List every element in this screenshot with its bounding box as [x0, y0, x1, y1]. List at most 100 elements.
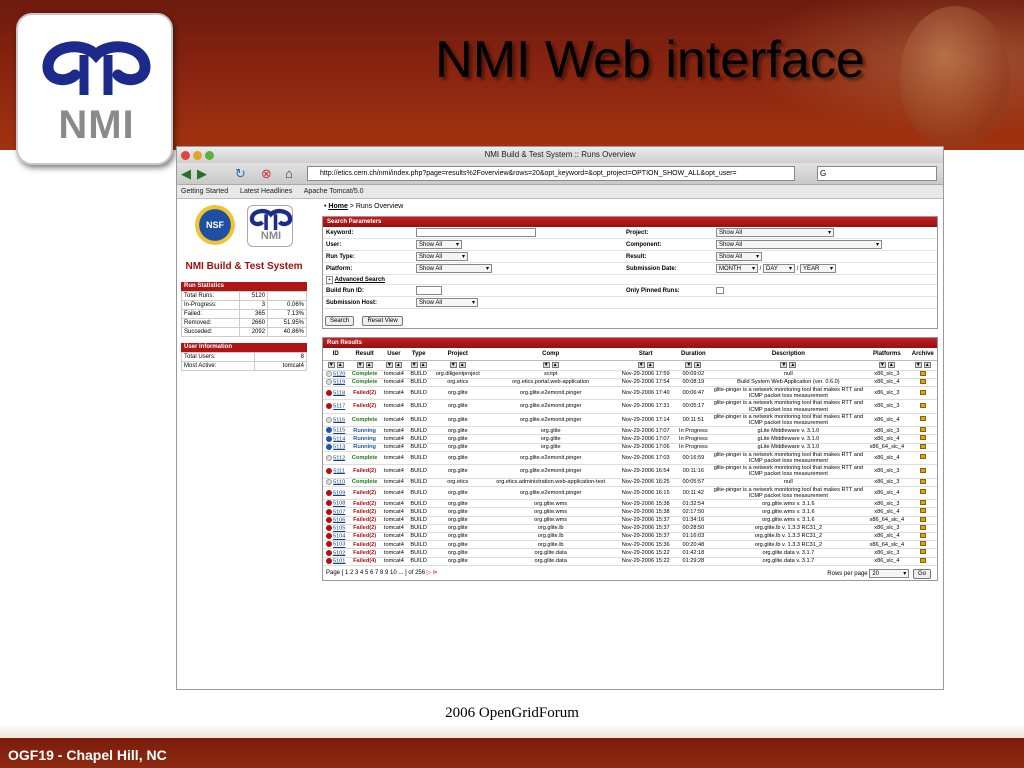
result-row[interactable]: 5104 Failed(2) tomcat4 BUILD org.glite org.gl… [323, 532, 937, 542]
column-header[interactable]: Duration [675, 348, 712, 361]
sort-desc-icon[interactable]: ▼ [542, 361, 550, 368]
archive-icon[interactable] [919, 467, 926, 473]
sort-asc-icon[interactable]: ▲ [336, 361, 344, 368]
sort-desc-icon[interactable]: ▼ [878, 361, 886, 368]
archive-icon[interactable] [919, 557, 926, 563]
run-id-link[interactable]: 5119 [333, 379, 345, 385]
reset-view-button[interactable]: Reset View [362, 316, 403, 326]
run-id-link[interactable]: 5116 [333, 417, 345, 423]
run-id-link[interactable]: 5112 [333, 455, 345, 461]
run-id-link[interactable]: 5108 [333, 501, 345, 507]
submission-host-select[interactable]: Show All [416, 298, 478, 307]
column-header[interactable]: Platforms [865, 348, 909, 361]
result-row[interactable]: 5118 Failed(2) tomcat4 BUILD org.glite org.gl… [323, 386, 937, 401]
year-select[interactable]: YEAR [800, 264, 837, 273]
minimize-window-button[interactable] [193, 151, 202, 160]
column-header[interactable]: User [380, 348, 407, 361]
column-header[interactable]: Comp [485, 348, 617, 361]
project-select[interactable]: Show All [716, 228, 834, 237]
forward-icon[interactable]: ▶ [197, 166, 207, 182]
result-row[interactable]: 5120 Complete tomcat4 BUILD org.diligentproj… [323, 370, 937, 379]
result-row[interactable]: 5106 Failed(2) tomcat4 BUILD org.glite org.gl… [323, 516, 937, 525]
result-row[interactable]: 5101 Failed(4) tomcat4 BUILD org.glite org.gl… [323, 557, 937, 566]
sort-asc-icon[interactable]: ▲ [394, 361, 402, 368]
archive-icon[interactable] [919, 478, 926, 484]
column-header[interactable]: Type [406, 348, 431, 361]
column-header[interactable]: Project [430, 348, 486, 361]
run-id-link[interactable]: 5104 [333, 534, 345, 540]
url-bar[interactable]: http://etics.cern.ch/nmi/index.php?page=… [307, 166, 795, 181]
run-id-link[interactable]: 5117 [333, 404, 345, 410]
archive-icon[interactable] [919, 402, 926, 408]
run-id-link[interactable]: 5110 [333, 479, 345, 485]
archive-icon[interactable] [919, 541, 926, 547]
result-row[interactable]: 5102 Failed(2) tomcat4 BUILD org.glite org.gl… [323, 548, 937, 558]
component-select[interactable]: Show All [716, 240, 882, 249]
archive-icon[interactable] [919, 500, 926, 506]
result-row[interactable]: 5108 Failed(2) tomcat4 BUILD org.glite org.gl… [323, 499, 937, 509]
sort-asc-icon[interactable]: ▲ [646, 361, 654, 368]
column-header[interactable]: Result [348, 348, 381, 361]
bookmark-latest-headlines[interactable]: Latest Headlines [240, 188, 292, 195]
keyword-input[interactable] [416, 228, 536, 237]
run-id-link[interactable]: 5105 [333, 526, 345, 532]
run-id-link[interactable]: 5102 [333, 550, 345, 556]
sort-desc-icon[interactable]: ▼ [410, 361, 418, 368]
result-row[interactable]: 5103 Failed(2) tomcat4 BUILD org.glite org.gl… [323, 540, 937, 550]
run-id-link[interactable]: 5120 [333, 371, 345, 377]
result-row[interactable]: 5105 Failed(2) tomcat4 BUILD org.glite org.gl… [323, 524, 937, 533]
archive-icon[interactable] [919, 416, 926, 422]
expand-icon[interactable]: + [326, 275, 333, 284]
run-id-link[interactable]: 5106 [333, 517, 345, 523]
run-id-link[interactable]: 5101 [333, 558, 345, 564]
result-row[interactable]: 5119 Complete tomcat4 BUILD org.etics org.eti… [323, 378, 937, 387]
run-id-link[interactable]: 5115 [333, 428, 345, 434]
run-id-link[interactable]: 5114 [333, 436, 345, 442]
archive-icon[interactable] [919, 454, 926, 460]
sort-asc-icon[interactable]: ▲ [419, 361, 427, 368]
run-type-select[interactable]: Show All [416, 252, 468, 261]
result-row[interactable]: 5114 Running tomcat4 BUILD org.glite org.glit… [323, 434, 937, 444]
archive-icon[interactable] [919, 370, 926, 376]
column-header[interactable]: ID [323, 348, 349, 361]
reload-icon[interactable]: ↻ [235, 166, 246, 182]
run-id-link[interactable]: 5109 [333, 490, 345, 496]
run-id-link[interactable]: 5103 [333, 542, 345, 548]
column-header[interactable]: Start [616, 348, 676, 361]
sort-desc-icon[interactable]: ▼ [356, 361, 364, 368]
sort-asc-icon[interactable]: ▲ [789, 361, 797, 368]
archive-icon[interactable] [919, 378, 926, 384]
home-icon[interactable]: ⌂ [285, 166, 293, 182]
archive-icon[interactable] [919, 443, 926, 449]
result-row[interactable]: 5112 Complete tomcat4 BUILD org.glite org.gli… [323, 451, 937, 466]
result-select[interactable]: Show All [716, 252, 762, 261]
sort-desc-icon[interactable]: ▼ [780, 361, 788, 368]
sort-desc-icon[interactable]: ▼ [327, 361, 335, 368]
next-page-icon[interactable]: ▷ ⊳ [427, 570, 438, 576]
result-row[interactable]: 5113 Running tomcat4 BUILD org.glite org.glit… [323, 443, 937, 452]
user-select[interactable]: Show All [416, 240, 462, 249]
archive-icon[interactable] [919, 489, 926, 495]
sort-desc-icon[interactable]: ▼ [385, 361, 393, 368]
search-button[interactable]: Search [325, 316, 355, 326]
archive-icon[interactable] [919, 549, 926, 555]
bookmark-getting-started[interactable]: Getting Started [181, 188, 228, 195]
bookmark-apache-tomcat[interactable]: Apache Tomcat/5.0 [304, 188, 364, 195]
rows-per-page-select[interactable]: 20 [869, 568, 910, 578]
sort-asc-icon[interactable]: ▲ [551, 361, 559, 368]
zoom-window-button[interactable] [205, 151, 214, 160]
breadcrumb-home-link[interactable]: Home [328, 203, 347, 210]
only-pinned-checkbox[interactable] [716, 286, 724, 294]
column-header[interactable]: Description [711, 348, 866, 361]
month-select[interactable]: MONTH [716, 264, 758, 273]
archive-icon[interactable] [919, 532, 926, 538]
run-id-link[interactable]: 5118 [333, 390, 345, 396]
result-row[interactable]: 5111 Failed(2) tomcat4 BUILD org.glite org.gl… [323, 464, 937, 479]
result-row[interactable]: 5110 Complete tomcat4 BUILD org.etics org.eti… [323, 478, 937, 487]
sort-desc-icon[interactable]: ▼ [914, 361, 922, 368]
close-window-button[interactable] [181, 151, 190, 160]
archive-icon[interactable] [919, 508, 926, 514]
column-header[interactable]: Archive [908, 348, 937, 361]
run-id-link[interactable]: 5111 [333, 468, 345, 474]
build-run-id-input[interactable] [416, 286, 442, 295]
